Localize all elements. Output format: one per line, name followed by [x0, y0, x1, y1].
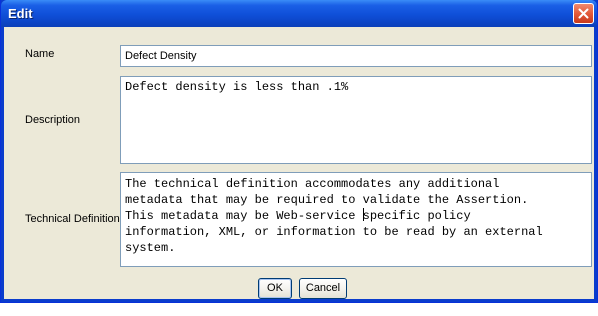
window-title: Edit	[8, 6, 33, 21]
description-field[interactable]: Defect density is less than .1%	[120, 76, 592, 164]
name-field[interactable]: Defect Density	[120, 45, 592, 67]
technical-definition-label: Technical Definition	[25, 213, 120, 225]
close-button[interactable]	[573, 3, 594, 24]
description-label: Description	[25, 114, 81, 126]
technical-line-4: information, XML, or information to be r…	[125, 225, 543, 239]
dialog-body: Name Defect Density Description Defect d…	[4, 27, 594, 299]
technical-line-1: The technical definition accommodates an…	[125, 177, 500, 191]
edit-dialog: Edit Name Defect Density Description Def…	[0, 0, 598, 303]
cancel-button[interactable]: Cancel	[299, 278, 347, 299]
technical-line-5: system.	[125, 241, 176, 255]
technical-line-3-after-caret: specific policy	[362, 209, 471, 223]
title-bar[interactable]: Edit	[1, 0, 597, 27]
technical-line-3-before-caret: This metadata may be Web-service	[125, 209, 363, 223]
close-icon	[578, 8, 589, 19]
ok-button[interactable]: OK	[258, 278, 292, 299]
technical-line-2: metadata that may be required to validat…	[125, 193, 529, 207]
technical-line-3: This metadata may be Web-service specifi…	[125, 208, 591, 224]
technical-definition-field[interactable]: The technical definition accommodates an…	[120, 172, 592, 267]
description-text: Defect density is less than .1%	[125, 80, 349, 94]
name-label: Name	[25, 48, 55, 60]
